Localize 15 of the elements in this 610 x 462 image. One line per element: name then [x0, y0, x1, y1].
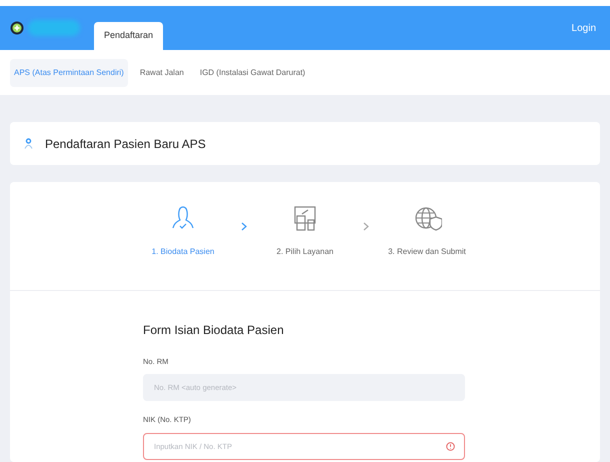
redacted-logo-text: [28, 20, 80, 36]
step-label[interactable]: 1. Biodata Pasien: [152, 246, 214, 258]
form-title: Form Isian Biodata Pasien: [143, 322, 285, 339]
person-icon: [24, 138, 33, 149]
step-label[interactable]: 2. Pilih Layanan: [276, 246, 334, 258]
chevron-icon: [363, 222, 369, 231]
step-label[interactable]: 3. Review dan Submit: [388, 246, 466, 258]
page-title: Pendaftaran Pasien Baru APS: [45, 136, 206, 152]
chevron-icon: [241, 222, 247, 231]
subnav-tab[interactable]: Rawat Jalan: [136, 58, 188, 86]
logo-icon: [10, 21, 24, 35]
subnav-tab[interactable]: APS (Atas Permintaan Sendiri): [10, 58, 128, 86]
error-icon: [446, 442, 455, 450]
subnav-tab[interactable]: IGD (Instalasi Gawat Darurat): [196, 58, 310, 86]
nav-tab[interactable]: Pendaftaran: [94, 22, 164, 50]
